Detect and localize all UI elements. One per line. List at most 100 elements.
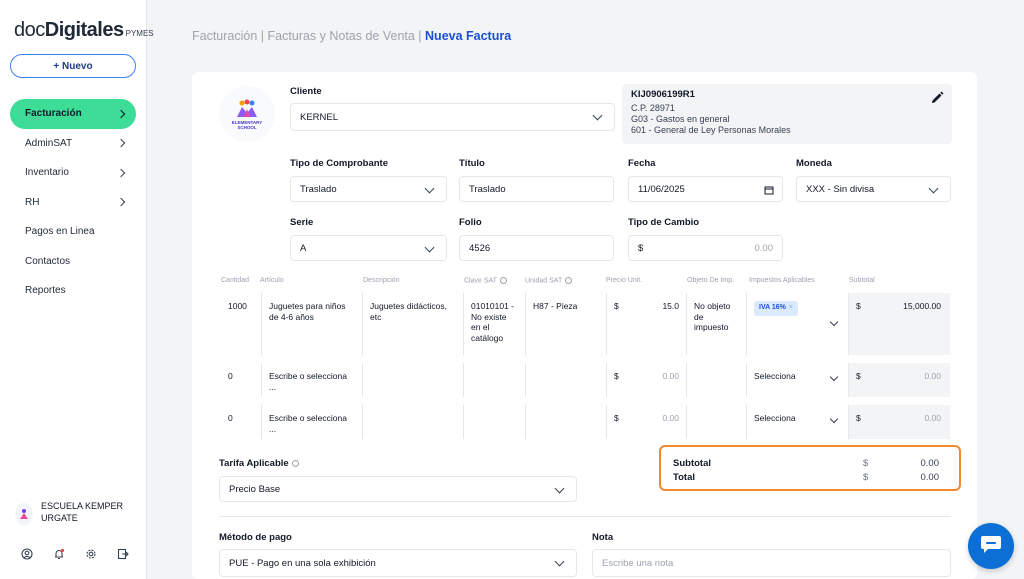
folio-input[interactable]: 4526	[459, 235, 614, 261]
serie-select[interactable]: A	[290, 235, 447, 261]
sidebar-item-label: Pagos en Linea	[25, 226, 95, 238]
cell-precio[interactable]: $15.0	[606, 293, 686, 355]
col-unidad-sat: Unidad SAT	[525, 277, 573, 285]
subtotal-value: 15,000.00	[903, 301, 941, 311]
cell-objeto[interactable]	[686, 363, 746, 397]
cell-clave-sat[interactable]	[463, 405, 525, 439]
breadcrumb-facturacion[interactable]: Facturación	[192, 29, 257, 43]
col-precio: Precio Unit.	[606, 277, 643, 284]
col-clave-sat-label: Clave SAT	[464, 277, 497, 285]
cell-cantidad[interactable]: 0	[221, 405, 261, 439]
sidebar-footer-icons	[20, 547, 130, 561]
chevron-right-icon	[116, 168, 126, 177]
tax-badge[interactable]: IVA 16% ×	[754, 301, 798, 316]
cell-descripcion[interactable]	[362, 363, 463, 397]
sidebar-item-facturacion[interactable]: Facturación	[10, 99, 136, 129]
cell-clave-sat[interactable]: 01010101 - No existe en el catálogo	[463, 293, 525, 355]
cell-articulo[interactable]: Escribe o selecciona ...	[261, 405, 362, 439]
col-objeto: Objeto De Imp.	[687, 277, 735, 284]
impuestos-placeholder: Selecciona	[754, 371, 796, 381]
cell-cantidad[interactable]: 0	[221, 363, 261, 397]
info-icon[interactable]	[565, 277, 573, 284]
cell-descripcion[interactable]	[362, 405, 463, 439]
cell-clave-sat[interactable]	[463, 363, 525, 397]
moneda-label: Moneda	[796, 158, 832, 169]
sidebar-item-rh[interactable]: RH	[10, 188, 136, 218]
new-button[interactable]: + Nuevo	[10, 54, 136, 78]
col-unidad-sat-label: Unidad SAT	[525, 277, 563, 285]
chevron-down-icon[interactable]	[829, 414, 839, 424]
info-icon[interactable]	[499, 277, 507, 284]
calendar-icon[interactable]	[764, 185, 774, 198]
titulo-input[interactable]: Traslado	[459, 176, 614, 202]
sidebar-item-contactos[interactable]: Contactos	[10, 247, 136, 277]
logout-icon[interactable]	[116, 547, 130, 561]
client-regimen: 601 - General de Ley Personas Morales	[631, 125, 791, 135]
user-name: ESCUELA KEMPER URGATE	[40, 501, 123, 523]
tipo-comprobante-label: Tipo de Comprobante	[290, 158, 388, 169]
user-profile[interactable]: ESCUELA KEMPER URGATE	[15, 500, 140, 525]
chevron-down-icon[interactable]	[829, 372, 839, 382]
metodo-pago-select[interactable]: PUE - Pago en una sola exhibición	[219, 549, 577, 577]
cell-descripcion[interactable]: Juguetes didácticos, etc	[362, 293, 463, 355]
user-circle-icon[interactable]	[20, 547, 34, 561]
cliente-select[interactable]: KERNEL	[290, 103, 615, 131]
chevron-down-icon[interactable]	[829, 317, 839, 327]
remove-x-icon[interactable]: ×	[789, 303, 793, 314]
cell-unidad-sat[interactable]	[525, 405, 606, 439]
cell-articulo[interactable]: Escribe o selecciona ...	[261, 363, 362, 397]
breadcrumb-facturas[interactable]: Facturas y Notas de Venta	[268, 29, 415, 43]
metodo-pago-label: Método de pago	[219, 532, 292, 543]
sidebar-item-inventario[interactable]: Inventario	[10, 158, 136, 188]
col-subtotal: Subtotal	[849, 277, 875, 284]
sidebar-item-label: Inventario	[25, 167, 69, 179]
cell-impuestos[interactable]: Selecciona	[746, 363, 848, 397]
cell-impuestos[interactable]: Selecciona	[746, 405, 848, 439]
sidebar-item-label: AdminSAT	[25, 137, 73, 149]
cell-unidad-sat[interactable]: H87 - Pieza	[525, 293, 606, 355]
nota-input[interactable]: Escribe una nota	[592, 549, 951, 577]
chat-button[interactable]	[968, 523, 1014, 569]
sidebar: docDigitales PYMES + Nuevo Facturación Ad…	[0, 0, 154, 579]
sidebar-item-pagos[interactable]: Pagos en Linea	[10, 217, 136, 247]
edit-pencil-icon[interactable]	[930, 91, 944, 105]
subtotal-value: 0.00	[924, 413, 941, 423]
cell-cantidad[interactable]: 1000	[221, 293, 261, 355]
cell-articulo[interactable]: Juguetes para niños de 4-6 años	[261, 293, 362, 355]
col-impuestos: Impuestos Aplicables	[749, 277, 815, 284]
currency-symbol: $	[863, 472, 869, 483]
precio-value: 0.00	[662, 413, 679, 423]
divider	[219, 516, 951, 517]
client-logo: ELEMENTARY SCHOOL	[219, 86, 275, 142]
tipo-comprobante-select[interactable]: Traslado	[290, 176, 447, 202]
cliente-label: Cliente	[290, 86, 322, 97]
info-icon[interactable]	[291, 459, 299, 467]
sidebar-item-adminsat[interactable]: AdminSAT	[10, 129, 136, 159]
sidebar-nav: Facturación AdminSAT Inventario RH Pagos…	[10, 99, 136, 306]
moneda-select[interactable]: XXX - Sin divisa	[796, 176, 951, 202]
subtotal-total-value: 0.00	[920, 458, 940, 469]
client-uso-cfdi: G03 - Gastos en general	[631, 114, 730, 124]
logo-text-3: PYMES	[125, 29, 154, 38]
cell-objeto[interactable]: No objeto de impuesto	[686, 293, 746, 355]
tarifa-select[interactable]: Precio Base	[219, 476, 577, 502]
cell-unidad-sat[interactable]	[525, 363, 606, 397]
totals-box: Subtotal $0.00 Total $0.00	[659, 445, 961, 491]
fecha-label: Fecha	[628, 158, 656, 169]
gear-icon[interactable]	[84, 547, 98, 561]
currency-symbol: $	[614, 301, 619, 311]
tipo-cambio-input[interactable]: $0.00	[628, 235, 783, 261]
cell-precio[interactable]: $0.00	[606, 363, 686, 397]
tax-badge-label: IVA 16%	[759, 304, 786, 311]
subtotal-row: Subtotal $0.00	[673, 458, 949, 469]
subtotal-value: 0.00	[924, 371, 941, 381]
cell-objeto[interactable]	[686, 405, 746, 439]
sidebar-item-reportes[interactable]: Reportes	[10, 276, 136, 306]
bell-icon[interactable]	[52, 547, 66, 561]
fecha-input[interactable]: 11/06/2025	[628, 176, 783, 202]
cell-impuestos[interactable]: IVA 16% ×	[746, 293, 848, 355]
app-logo[interactable]: docDigitales PYMES	[14, 19, 154, 42]
breadcrumb: Facturación | Facturas y Notas de Venta …	[192, 29, 511, 43]
folio-label: Folio	[459, 217, 482, 228]
cell-precio[interactable]: $0.00	[606, 405, 686, 439]
